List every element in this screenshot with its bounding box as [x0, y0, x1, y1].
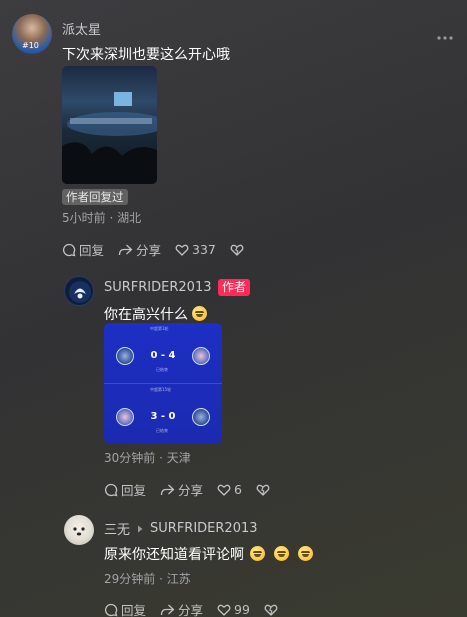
match-score: 3 - 0	[150, 411, 176, 422]
comment-actions: 回复 分享 337	[62, 240, 261, 259]
share-arrow-icon	[160, 484, 175, 495]
dislike-button[interactable]	[256, 483, 273, 497]
away-team-logo-icon	[192, 347, 210, 365]
like-button[interactable]: 99	[217, 602, 250, 617]
reply-to-username[interactable]: SURFRIDER2013	[150, 521, 258, 536]
comment-username[interactable]: SURFRIDER2013	[104, 280, 212, 295]
triangle-right-icon	[138, 525, 143, 532]
avatar-surfrider[interactable]	[64, 276, 94, 306]
comment-text: 原来你还知道看评论啊	[104, 544, 313, 564]
match-score: 0 - 4	[150, 350, 176, 361]
reply-button[interactable]: 回复	[104, 480, 146, 499]
match-status: 已结束	[156, 367, 168, 372]
home-team-logo-icon	[116, 408, 134, 426]
comment-text-content: 原来你还知道看评论啊	[104, 547, 244, 563]
avatar-san-wu[interactable]	[64, 515, 94, 545]
match-card-1: 中超第1轮 0 - 4 已结束	[104, 323, 222, 383]
comment-meta: 29分钟前 · 江苏	[104, 572, 191, 586]
chat-bubble-icon	[62, 243, 76, 256]
avatar-jersey-number: #10	[22, 41, 39, 50]
match-header: 中超第15轮	[150, 387, 172, 392]
like-count: 99	[234, 602, 250, 617]
share-arrow-icon	[160, 604, 175, 615]
reply-label: 回复	[121, 603, 147, 617]
grin-emoji-icon	[250, 546, 265, 561]
comment-username[interactable]: 三无	[104, 519, 130, 538]
share-button[interactable]: 分享	[160, 600, 203, 617]
match-header: 中超第1轮	[150, 326, 169, 331]
like-button[interactable]: 337	[175, 242, 216, 257]
away-team-logo-icon	[192, 408, 210, 426]
grin-emoji-icon	[274, 546, 289, 561]
comment-meta: 5小时前 · 湖北	[62, 211, 142, 225]
match-card-2: 中超第15轮 3 - 0 已结束	[104, 384, 222, 444]
reply-label: 回复	[79, 243, 105, 258]
match-status: 已结束	[156, 428, 168, 433]
reply-label: 回复	[121, 483, 147, 498]
dislike-button[interactable]	[230, 243, 247, 257]
team-logo-icon	[69, 281, 91, 303]
heart-icon	[217, 484, 231, 496]
broken-heart-icon	[230, 244, 244, 256]
share-button[interactable]: 分享	[160, 480, 203, 499]
like-button[interactable]: 6	[217, 482, 242, 497]
comment-image-stadium[interactable]	[62, 66, 157, 184]
heart-icon	[217, 604, 231, 616]
grin-emoji-icon	[298, 546, 313, 561]
chat-bubble-icon	[104, 483, 118, 496]
share-label: 分享	[178, 603, 204, 617]
avatar-pai-tai-xing[interactable]: #10	[12, 14, 52, 54]
home-team-logo-icon	[116, 347, 134, 365]
like-count: 337	[192, 242, 216, 257]
comment-text: 下次来深圳也要这么开心哦	[62, 47, 230, 63]
reply-button[interactable]: 回复	[62, 240, 104, 259]
comment-text: 你在高兴什么	[104, 304, 207, 324]
author-replied-badge: 作者回复过	[62, 189, 128, 205]
heart-icon	[175, 244, 189, 256]
comment-meta: 30分钟前 · 天津	[104, 451, 191, 465]
author-tag: 作者	[218, 279, 251, 296]
reply-button[interactable]: 回复	[104, 600, 146, 617]
comment-actions: 回复 分享 99	[104, 600, 295, 617]
broken-heart-icon	[264, 604, 278, 616]
grin-emoji-icon	[192, 306, 207, 321]
comment-username[interactable]: 派太星	[62, 19, 101, 38]
comment-text-content: 你在高兴什么	[104, 307, 188, 323]
comment-image-scorecard[interactable]: 中超第1轮 0 - 4 已结束 中超第15轮 3 - 0 已结束	[104, 323, 222, 444]
more-dots-icon[interactable]	[437, 26, 453, 40]
share-button[interactable]: 分享	[118, 240, 161, 259]
share-label: 分享	[136, 243, 162, 258]
comment-actions: 回复 分享 6	[104, 480, 287, 499]
broken-heart-icon	[256, 484, 270, 496]
dog-face-icon	[73, 527, 85, 536]
share-label: 分享	[178, 483, 204, 498]
chat-bubble-icon	[104, 603, 118, 616]
share-arrow-icon	[118, 244, 133, 255]
dislike-button[interactable]	[264, 603, 281, 617]
comment-reply-header: 三无 SURFRIDER2013	[104, 519, 258, 538]
like-count: 6	[234, 482, 242, 497]
